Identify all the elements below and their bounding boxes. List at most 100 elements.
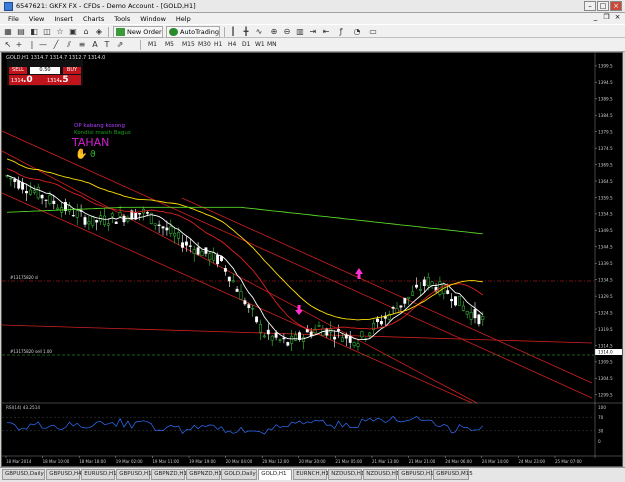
bid-price-box[interactable]: 1314 .0	[9, 75, 45, 85]
tab-eurnch-h1[interactable]: EURNCH,H1	[293, 469, 329, 480]
menu-view[interactable]: View	[24, 15, 49, 23]
trendline-icon[interactable]: ╱	[51, 40, 61, 50]
candle-body	[40, 194, 44, 199]
market-watch-icon[interactable]: ◧	[29, 27, 39, 37]
arrows-icon[interactable]: ⇗	[115, 40, 125, 50]
timeframe-mn[interactable]: MN	[265, 40, 279, 50]
app-icon	[4, 2, 13, 11]
child-restore-icon[interactable]: ❐	[602, 14, 611, 22]
price-chart[interactable]: GOLD,H1 1314.7 1314.7 1312.7 1314.0 #131…	[2, 53, 622, 466]
lot-size-input[interactable]: 0.50	[30, 67, 60, 74]
indicators-icon[interactable]: ƒ	[336, 27, 346, 37]
channel-icon[interactable]: ⫽	[64, 40, 74, 50]
timeframe-m15[interactable]: M15	[180, 40, 197, 50]
candle-body	[181, 242, 184, 248]
auto-scroll-icon[interactable]: ⇥	[308, 27, 318, 37]
candle-body	[36, 186, 40, 199]
navigator-icon[interactable]: ☆	[55, 27, 65, 37]
label-icon[interactable]: T	[102, 40, 112, 50]
child-close-icon[interactable]: ×	[613, 14, 622, 22]
channel-line[interactable]	[2, 150, 478, 404]
candle-body	[356, 343, 360, 347]
candle-body	[274, 332, 278, 338]
data-window-icon[interactable]: ◫	[42, 27, 52, 37]
new-order-button[interactable]: New Order	[113, 26, 163, 38]
profiles-icon[interactable]: ▤	[16, 27, 26, 37]
tester-icon[interactable]: ⌂	[81, 27, 91, 37]
candle-body	[294, 334, 298, 341]
child-minimize-icon[interactable]: _	[591, 14, 600, 22]
candlestick-icon[interactable]: ╋	[241, 27, 251, 37]
candle-body	[17, 180, 21, 189]
tab-eurusd-h1[interactable]: EURUSD,H1	[81, 469, 117, 480]
fibonacci-icon[interactable]: ≡	[77, 40, 87, 50]
time-tick-label: 24 Mar 06:00	[445, 459, 472, 464]
channel-line[interactable]	[2, 130, 593, 399]
menu-tools[interactable]: Tools	[109, 15, 135, 23]
rsi-tick-label: 0	[598, 439, 601, 444]
tab-gbpusd-h1[interactable]: GBPUSD,H1	[398, 469, 434, 480]
timeframe-m5[interactable]: M5	[163, 40, 176, 50]
tab-gbpusd-h1[interactable]: GBPUSD,H1	[116, 469, 152, 480]
time-tick-label: 20 Mar 12:00	[262, 459, 289, 464]
zoom-in-icon[interactable]: ⊕	[269, 27, 279, 37]
menu-file[interactable]: File	[3, 15, 24, 23]
tab-gbpusd-h4[interactable]: GBPUSD,H4	[46, 469, 82, 480]
channel-lines[interactable]	[2, 130, 593, 404]
zoom-out-icon[interactable]: ⊖	[282, 27, 292, 37]
tab-gbpusd-m15[interactable]: GBPUSD,M15	[433, 469, 473, 480]
new-chart-icon[interactable]: ▦	[3, 27, 13, 37]
tab-gbpnzd-h1[interactable]: GBPNZD,H1	[151, 469, 187, 480]
candle-body	[235, 288, 239, 292]
timeframe-m1[interactable]: M1	[146, 40, 159, 50]
buy-button[interactable]: BUY	[63, 67, 81, 74]
horizontal-line-icon[interactable]: —	[38, 40, 48, 50]
chart-window[interactable]: GOLD,H1 1314.7 1314.7 1312.7 1314.0 #131…	[1, 52, 623, 467]
menu-window[interactable]: Window	[135, 15, 171, 23]
price-tick-label: 1344.5	[598, 245, 613, 250]
timeframe-h1[interactable]: H1	[212, 40, 224, 50]
timeframe-d1[interactable]: D1	[240, 40, 252, 50]
minimize-button[interactable]: –	[584, 1, 596, 11]
tab-nzdusd-h1[interactable]: NZDUSD,H1	[363, 469, 399, 480]
cursor-icon[interactable]: ↖	[3, 40, 13, 50]
line-chart-icon[interactable]: ∿	[254, 27, 264, 37]
annotation-hold: TAHAN	[72, 136, 110, 149]
menu-insert[interactable]: Insert	[49, 15, 78, 23]
periods-icon[interactable]: ◔	[352, 27, 362, 37]
bar-chart-icon[interactable]: ┃	[228, 27, 238, 37]
candle-body	[270, 335, 274, 341]
candle-body	[145, 212, 149, 214]
candle-body	[317, 324, 321, 327]
tab-nzdusd-h1[interactable]: NZDUSD,H1	[328, 469, 364, 480]
autotrading-button[interactable]: AutoTrading	[166, 26, 220, 38]
time-tick-label: 24 Mar 23:00	[518, 459, 545, 464]
menu-charts[interactable]: Charts	[78, 15, 109, 23]
crosshair-icon[interactable]: +	[14, 40, 24, 50]
terminal-icon[interactable]: ▣	[68, 27, 78, 37]
timeframe-m30[interactable]: M30	[196, 40, 213, 50]
standard-toolbar: ▦ ▤ ◧ ◫ ☆ ▣ ⌂ ◈ New Order AutoTrading ┃ …	[0, 24, 625, 38]
sell-button[interactable]: SELL	[9, 67, 27, 74]
ask-price-box[interactable]: 1314 .5	[45, 75, 81, 85]
channel-line[interactable]	[2, 192, 473, 404]
close-button[interactable]: ×	[610, 1, 622, 11]
editor-icon[interactable]: ◈	[94, 27, 104, 37]
ma-yellow-line	[6, 158, 483, 321]
menu-help[interactable]: Help	[171, 15, 196, 23]
chart-shift-icon[interactable]: ⇤	[321, 27, 331, 37]
vertical-line-icon[interactable]: |	[27, 40, 37, 50]
candle-body	[461, 305, 465, 311]
candle-body	[348, 336, 352, 343]
tab-gbpnzd-h1[interactable]: GBPNZD,H1	[186, 469, 222, 480]
text-icon[interactable]: A	[90, 40, 100, 50]
price-tick-label: 1364.5	[598, 179, 613, 184]
tile-windows-icon[interactable]: ▥	[295, 27, 305, 37]
timeframe-h4[interactable]: H4	[226, 40, 238, 50]
tab-gold-h1[interactable]: GOLD,H1	[258, 469, 293, 480]
time-tick-label: 21 Mar 21:00	[409, 459, 436, 464]
maximize-button[interactable]: □	[597, 1, 609, 11]
templates-icon[interactable]: ▭	[368, 27, 378, 37]
tab-gold-daily[interactable]: GOLD,Daily	[221, 469, 258, 480]
tab-gbpusd-daily[interactable]: GBPUSD,Daily	[2, 469, 46, 480]
